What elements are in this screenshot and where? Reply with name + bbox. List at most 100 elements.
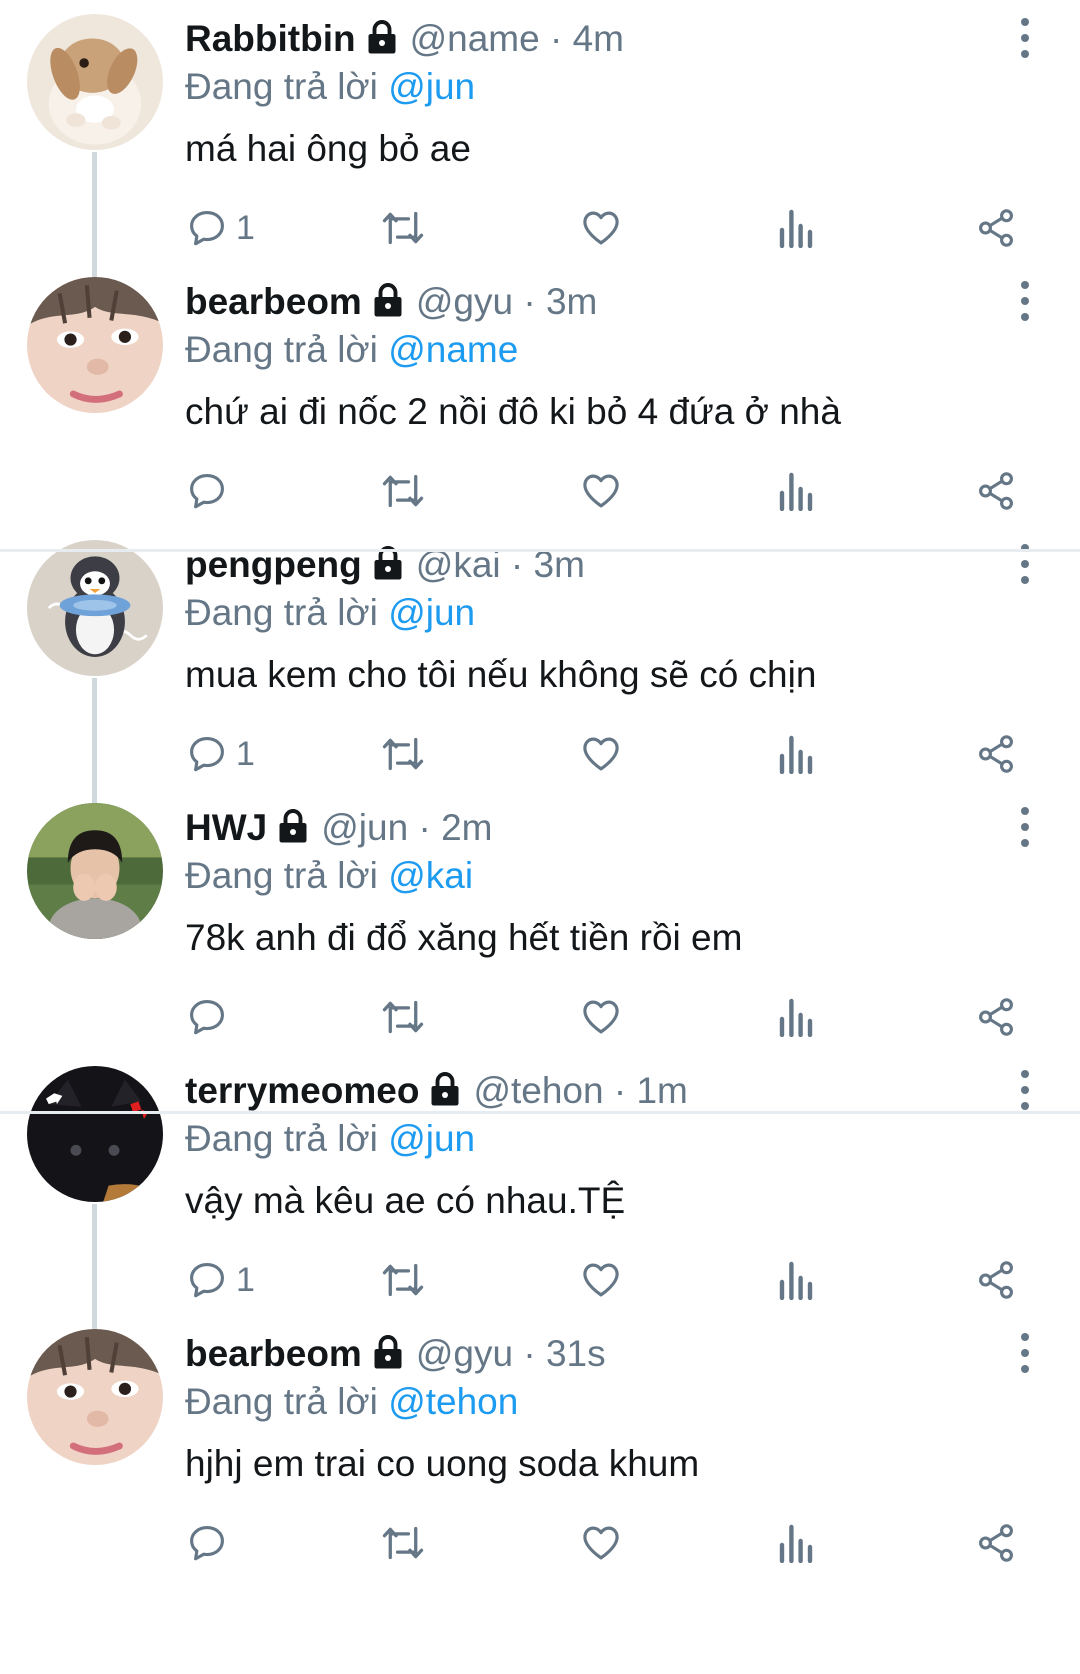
lock-icon	[275, 807, 311, 857]
lock-icon	[370, 1333, 406, 1383]
reply-icon	[186, 470, 228, 512]
avatar[interactable]	[27, 540, 163, 676]
retweet-button[interactable]	[381, 730, 425, 778]
analytics-button[interactable]	[778, 1519, 814, 1567]
timestamp[interactable]: 1m	[636, 1070, 687, 1111]
analytics-button[interactable]	[778, 1256, 814, 1304]
tweet[interactable]: terrymeomeo @tehon · 1m Đang trả lời @jun…	[0, 1052, 1080, 1344]
display-name[interactable]: Rabbitbin	[185, 18, 356, 59]
timestamp[interactable]: 31s	[546, 1333, 606, 1374]
replying-to-label: Đang trả lời	[185, 66, 389, 107]
analytics-icon	[778, 471, 814, 511]
user-handle[interactable]: @tehon	[473, 1070, 603, 1111]
share-button[interactable]	[975, 730, 1017, 778]
tweet-actions: 1	[0, 204, 1080, 252]
replying-to-line: Đang trả lời @kai	[185, 851, 473, 901]
replying-to-mention[interactable]: @jun	[388, 592, 475, 633]
avatar[interactable]	[27, 277, 163, 413]
display-name[interactable]: bearbeom	[185, 1333, 362, 1374]
like-button[interactable]	[580, 467, 622, 515]
like-button[interactable]	[580, 1256, 622, 1304]
more-vertical-icon[interactable]	[1012, 1333, 1038, 1373]
share-icon	[975, 733, 1017, 775]
replying-to-mention[interactable]: @jun	[388, 1118, 475, 1159]
tweet[interactable]: Rabbitbin @name · 4m Đang trả lời @jun má…	[0, 0, 1080, 292]
retweet-button[interactable]	[381, 204, 425, 252]
analytics-button[interactable]	[778, 467, 814, 515]
reply-count: 1	[236, 208, 255, 247]
lock-icon	[370, 281, 406, 331]
display-name[interactable]: HWJ	[185, 807, 267, 848]
retweet-button[interactable]	[381, 993, 425, 1041]
tweet-text: má hai ông bỏ ae	[185, 128, 471, 169]
tweet[interactable]: bearbeom @gyu · 31s Đang trả lời @tehon h…	[0, 1315, 1080, 1596]
display-name[interactable]: bearbeom	[185, 281, 362, 322]
share-icon	[975, 1522, 1017, 1564]
analytics-icon	[778, 1523, 814, 1563]
replying-to-mention[interactable]: @jun	[388, 66, 475, 107]
like-button[interactable]	[580, 993, 622, 1041]
heart-icon	[580, 1522, 622, 1564]
retweet-icon	[381, 471, 425, 511]
tweet-text: hjhj em trai co uong soda khum	[185, 1443, 700, 1484]
tweet[interactable]: pengpeng @kai · 3m Đang trả lời @jun mua …	[0, 526, 1080, 818]
tweet[interactable]: HWJ @jun · 2m Đang trả lời @kai 78k anh đ…	[0, 789, 1080, 1070]
reply-count: 1	[236, 734, 255, 773]
reply-button[interactable]	[186, 993, 236, 1041]
analytics-icon	[778, 208, 814, 248]
heart-icon	[580, 207, 622, 249]
reply-button[interactable]: 1	[186, 1256, 255, 1304]
replying-to-mention[interactable]: @kai	[388, 855, 473, 896]
share-button[interactable]	[975, 993, 1017, 1041]
like-button[interactable]	[580, 730, 622, 778]
timestamp[interactable]: 4m	[573, 18, 624, 59]
tweet[interactable]: bearbeom @gyu · 3m Đang trả lời @name chứ…	[0, 263, 1080, 544]
user-handle[interactable]: @gyu	[416, 1333, 513, 1374]
replying-to-mention[interactable]: @name	[388, 329, 518, 370]
retweet-icon	[381, 1260, 425, 1300]
display-name[interactable]: terrymeomeo	[185, 1070, 419, 1111]
reply-button[interactable]	[186, 467, 236, 515]
timestamp[interactable]: 2m	[441, 807, 492, 848]
more-vertical-icon[interactable]	[1012, 18, 1038, 58]
tweet-text: 78k anh đi đổ xăng hết tiền rồi em	[185, 917, 743, 958]
analytics-button[interactable]	[778, 993, 814, 1041]
share-icon	[975, 470, 1017, 512]
replying-to-label: Đang trả lời	[185, 329, 389, 370]
analytics-button[interactable]	[778, 204, 814, 252]
more-vertical-icon[interactable]	[1012, 1070, 1038, 1110]
retweet-button[interactable]	[381, 467, 425, 515]
more-vertical-icon[interactable]	[1012, 281, 1038, 321]
avatar[interactable]	[27, 14, 163, 150]
avatar[interactable]	[27, 1066, 163, 1202]
retweet-button[interactable]	[381, 1256, 425, 1304]
replying-to-line: Đang trả lời @name	[185, 325, 518, 375]
analytics-icon	[778, 1260, 814, 1300]
tweet-actions: 1	[0, 1256, 1080, 1304]
user-handle[interactable]: @name	[410, 18, 540, 59]
heart-icon	[580, 470, 622, 512]
heart-icon	[580, 1259, 622, 1301]
share-button[interactable]	[975, 1519, 1017, 1567]
avatar[interactable]	[27, 1329, 163, 1465]
share-button[interactable]	[975, 1256, 1017, 1304]
reply-button[interactable]: 1	[186, 730, 255, 778]
share-button[interactable]	[975, 467, 1017, 515]
replying-to-line: Đang trả lời @jun	[185, 1114, 475, 1164]
like-button[interactable]	[580, 1519, 622, 1567]
share-button[interactable]	[975, 204, 1017, 252]
avatar[interactable]	[27, 803, 163, 939]
analytics-icon	[778, 997, 814, 1037]
reply-button[interactable]	[186, 1519, 236, 1567]
reply-icon	[186, 207, 228, 249]
timestamp[interactable]: 3m	[546, 281, 597, 322]
like-button[interactable]	[580, 204, 622, 252]
replying-to-mention[interactable]: @tehon	[388, 1381, 518, 1422]
retweet-icon	[381, 208, 425, 248]
retweet-button[interactable]	[381, 1519, 425, 1567]
more-vertical-icon[interactable]	[1012, 807, 1038, 847]
user-handle[interactable]: @gyu	[416, 281, 513, 322]
analytics-button[interactable]	[778, 730, 814, 778]
reply-button[interactable]: 1	[186, 204, 255, 252]
user-handle[interactable]: @jun	[321, 807, 408, 848]
